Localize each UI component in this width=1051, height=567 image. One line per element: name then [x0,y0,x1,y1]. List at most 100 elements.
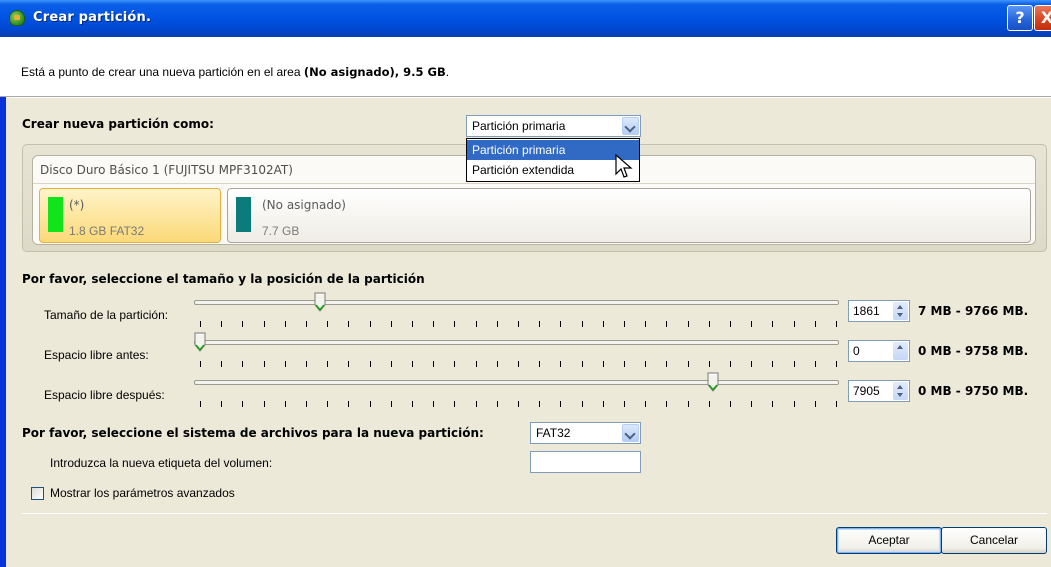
advanced-params-checkbox[interactable] [31,487,44,500]
slider-ticks [200,321,837,327]
slider-track[interactable] [194,380,839,385]
close-button[interactable]: X [1034,5,1051,31]
slider-tick [221,321,222,327]
slider-tick [666,321,667,327]
title-bar: Crear partición. ? X [0,0,1051,37]
slider-tick [582,361,583,367]
slider-tick [348,321,349,327]
slider-tick [624,321,625,327]
spinner-arrows-icon[interactable] [893,382,908,400]
volume-label-label: Introduzca la nueva etiqueta del volumen… [50,456,273,470]
chevron-down-icon[interactable] [622,117,639,135]
slider-tick [200,361,201,367]
intro-panel: Está a punto de crear una nueva partició… [0,37,1051,97]
slider-label: Espacio libre después: [44,388,165,402]
slider-tick [370,401,371,407]
slider-tick [836,401,837,407]
intro-text: Está a punto de crear una nueva partició… [21,65,449,79]
slider-tick [539,361,540,367]
partition-name: (No asignado) [262,198,346,212]
slider-range-text: 7 MB - 9766 MB. [918,304,1029,318]
close-icon: X [1040,8,1051,27]
cancel-button[interactable]: Cancelar [941,527,1047,554]
slider-tick [730,401,731,407]
slider-thumb[interactable] [707,372,719,392]
ok-button[interactable]: Aceptar [836,527,942,554]
slider-track[interactable] [194,300,839,305]
slider-tick [645,321,646,327]
slider-tick [772,361,773,367]
mouse-cursor-icon [615,154,633,178]
intro-prefix: Está a punto de crear una nueva partició… [21,65,304,79]
partition-detail: 1.8 GB FAT32 [69,224,145,238]
app-icon [9,10,25,26]
filesystem-value: FAT32 [536,426,571,440]
slider-tick [751,401,752,407]
slider-tick [242,321,243,327]
slider-tick [688,321,689,327]
slider-tick [772,401,773,407]
slider-tick [221,361,222,367]
divider [22,513,1047,514]
slider-tick [433,361,434,367]
dropdown-option-extended[interactable]: Partición extendida [467,160,639,180]
slider-tick [815,401,816,407]
filesystem-select[interactable]: FAT32 [530,422,641,444]
dropdown-option-primary[interactable]: Partición primaria [467,140,639,160]
slider-tick [603,361,604,367]
slider-tick [709,401,710,407]
slider-tick [412,401,413,407]
slider-tick [688,361,689,367]
partition-type-dropdown: Partición primaria Partición extendida [466,138,640,182]
slider-value-spinner[interactable]: 7905 [848,380,910,402]
partition-type-select[interactable]: Partición primaria [466,115,641,137]
slider-tick [454,401,455,407]
spinner-value: 7905 [853,384,880,398]
partition-block-unallocated[interactable] [227,188,1031,243]
slider-tick [200,321,201,327]
slider-tick [327,321,328,327]
slider-tick [327,401,328,407]
slider-tick [730,321,731,327]
slider-tick [412,361,413,367]
slider-tick [391,401,392,407]
spinner-arrows-icon[interactable] [893,342,908,360]
slider-thumb[interactable] [314,292,326,312]
slider-tick [582,321,583,327]
slider-tick [730,361,731,367]
slider-tick [539,321,540,327]
slider-value-spinner[interactable]: 0 [848,340,910,362]
volume-label-input[interactable] [530,451,641,473]
slider-tick [815,321,816,327]
partition-type-value: Partición primaria [472,119,566,133]
slider-tick [666,361,667,367]
slider-tick [306,361,307,367]
slider-label: Tamaño de la partición: [44,308,169,322]
slider-tick [518,401,519,407]
slider-tick [603,401,604,407]
slider-tick [285,361,286,367]
slider-tick [624,401,625,407]
slider-tick [560,401,561,407]
advanced-params-label[interactable]: Mostrar los parámetros avanzados [50,486,235,500]
slider-tick [836,361,837,367]
filesystem-label: Por favor, seleccione el sistema de arch… [22,426,484,440]
chevron-down-icon[interactable] [622,424,639,442]
slider-thumb[interactable] [194,332,206,352]
slider-track[interactable] [194,340,839,345]
slider-tick [815,361,816,367]
spinner-arrows-icon[interactable] [893,302,908,320]
slider-range-text: 0 MB - 9758 MB. [918,344,1029,358]
slider-tick [285,321,286,327]
partition-type-label: Crear nueva partición como: [22,117,214,131]
slider-tick [518,361,519,367]
slider-ticks [200,401,837,407]
help-button[interactable]: ? [1007,5,1033,31]
slider-value-spinner[interactable]: 1861 [848,300,910,322]
slider-tick [264,321,265,327]
partition-color-swatch [236,197,251,232]
slider-tick [391,321,392,327]
slider-tick [327,361,328,367]
slider-tick [454,321,455,327]
slider-tick [264,401,265,407]
